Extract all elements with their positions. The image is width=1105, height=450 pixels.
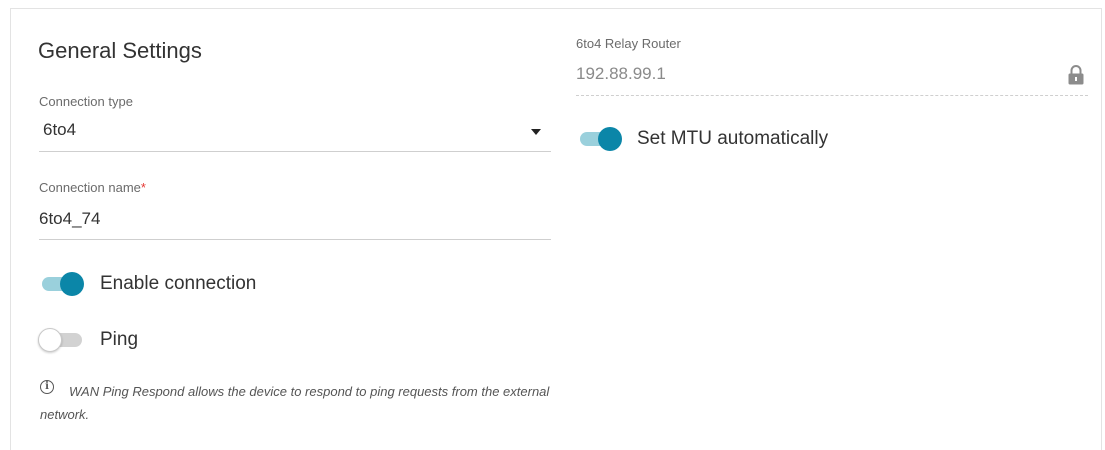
connection-type-underline <box>39 151 551 152</box>
ping-label: Ping <box>100 329 139 350</box>
toggle-knob <box>598 127 622 151</box>
relay-router-input: 192.88.99.1 <box>576 56 1088 94</box>
relay-router-label: 6to4 Relay Router <box>576 36 681 51</box>
connection-name-value: 6to4_74 <box>39 209 101 228</box>
toggle-knob <box>38 328 62 352</box>
connection-name-label: Connection name* <box>39 180 146 195</box>
set-mtu-toggle[interactable] <box>576 125 624 153</box>
connection-type-value: 6to4 <box>43 120 77 139</box>
required-mark: * <box>140 180 146 195</box>
connection-name-input[interactable]: 6to4_74 <box>39 198 551 238</box>
toggle-knob <box>60 272 84 296</box>
ping-toggle[interactable] <box>38 326 86 354</box>
enable-connection-label: Enable connection <box>100 273 257 294</box>
relay-router-underline <box>576 95 1088 96</box>
connection-type-select[interactable]: 6to4 <box>39 112 551 152</box>
connection-name-underline <box>39 239 551 240</box>
lock-icon <box>1068 65 1084 85</box>
enable-connection-toggle[interactable] <box>38 270 86 298</box>
set-mtu-label: Set MTU automatically <box>637 128 829 149</box>
relay-router-value: 192.88.99.1 <box>576 64 666 83</box>
chevron-down-icon <box>531 129 541 135</box>
ping-info-text: WAN Ping Respond allows the device to re… <box>40 384 550 422</box>
connection-type-label: Connection type <box>39 94 133 109</box>
section-title: General Settings <box>38 38 202 63</box>
